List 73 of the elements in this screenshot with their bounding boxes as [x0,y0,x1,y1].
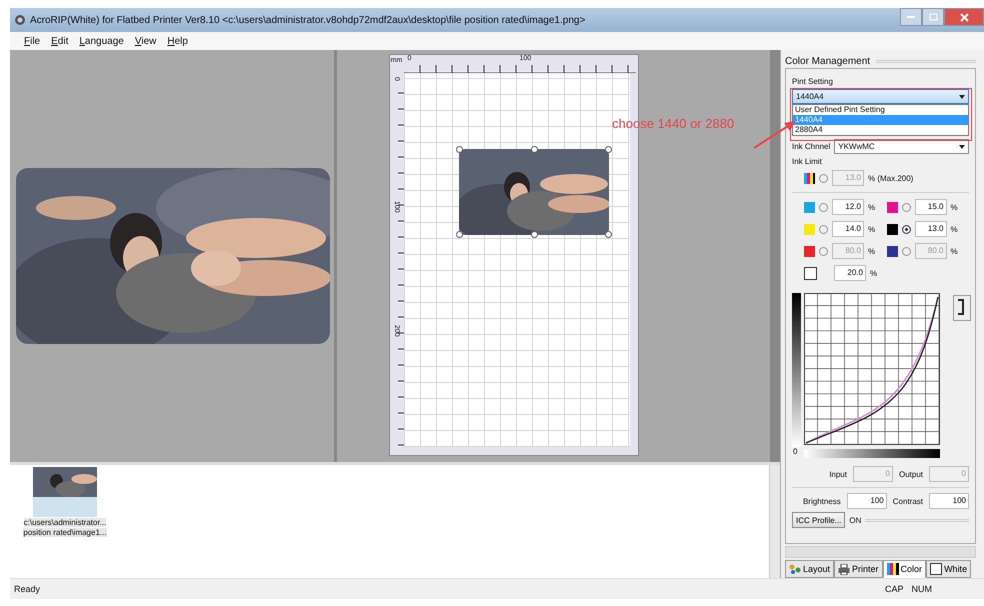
unit-label: % [870,268,878,278]
radio-button[interactable] [902,224,910,234]
field-label: Contrast [892,496,923,506]
menu-item[interactable]: File [24,36,40,46]
field-label: Input [829,470,847,478]
menu-item[interactable]: Edit [51,36,68,46]
resize-handle[interactable] [604,231,612,238]
close-button[interactable] [944,8,984,26]
status-indicator: CAP [884,584,904,594]
color-bars-icon [886,563,899,575]
window-title: AcroRIP(White) for Flatbed Printer Ver8.10 <c:\users\administrator.v8ohdp72mdf2aux\desktop\file position rated\image1.png> [30,14,586,26]
ink-limit-field[interactable]: 20.0 [834,265,866,281]
ink-limit-field[interactable]: 13.0 [914,221,946,237]
scrollbar[interactable] [785,546,976,558]
dropdown-option[interactable]: 2880A4 [793,125,968,135]
close-icon [960,12,968,22]
cmyk-bars-icon [804,172,815,184]
dropdown-arrow-icon [959,144,965,148]
radio-button[interactable] [902,202,910,212]
maximize-icon [928,13,938,21]
panel-tab[interactable]: White [926,560,972,578]
printer-icon [838,564,850,574]
unit-label: % (Max.200) [868,174,914,182]
status-text: ON [849,516,862,524]
square-icon [930,563,942,575]
unit-label: % [950,202,958,212]
file-caption: c:\users\administrator... [24,518,106,527]
field-label: Ink Limit [792,157,823,166]
ink-limit-field[interactable]: 14.0 [832,221,864,237]
minimize-button[interactable] [900,8,922,26]
dropdown-option[interactable]: User Defined Pint Setting [793,105,968,115]
ink-limit-field[interactable]: 15.0 [914,199,946,215]
unit-label: % [950,246,958,256]
radio-button[interactable] [819,224,828,234]
menu-item[interactable]: Language [79,36,124,46]
dropdown-arrow-icon [959,94,965,98]
field-label: Brightness [802,496,841,506]
ink-channel-dropdown[interactable]: YKWwMC [834,139,969,154]
file-caption: position rated\image1... [23,528,107,537]
radio-button[interactable] [819,202,828,212]
unit-label: % [868,202,876,212]
ink-limit-field[interactable]: 12.0 [832,199,864,215]
bracket-icon [957,298,967,314]
menu-item[interactable]: Help [167,36,188,46]
unit-label: % [950,224,958,234]
unit-label: % [868,246,876,256]
menu-item[interactable]: View [134,36,156,46]
status-text: Ready [14,584,40,594]
resize-handle[interactable] [530,146,538,153]
thumbnail[interactable]: c:\users\administrator... position rated\image1... [18,467,112,537]
unit-label: % [868,224,876,234]
panel-tab[interactable]: Layout [785,560,834,578]
layout-icon [789,564,801,574]
field-label: Pint Setting [792,77,834,86]
resize-handle[interactable] [456,146,462,153]
resize-handle[interactable] [456,231,462,238]
panel-tab[interactable]: Color [882,560,926,578]
scrollbar[interactable] [769,465,780,578]
app-icon [14,14,26,26]
curve-reset-button[interactable] [953,295,971,321]
resize-handle[interactable] [604,146,612,153]
axis-label: 0 [793,447,798,456]
status-indicator: NUM [912,584,932,594]
field-label: Output [898,470,923,478]
brightness-field[interactable]: 100 [846,493,887,509]
icc-profile-button[interactable]: ICC Profile... [792,512,846,528]
panel-title: Color Management [785,56,870,66]
field-label: Ink Chnnel [792,142,830,151]
minimize-icon [907,16,915,18]
contrast-field[interactable]: 100 [929,493,969,509]
panel-tab[interactable]: Printer [834,560,883,578]
print-setting-dropdown[interactable]: 1440A4 [792,89,969,104]
maximize-button[interactable] [922,8,944,26]
